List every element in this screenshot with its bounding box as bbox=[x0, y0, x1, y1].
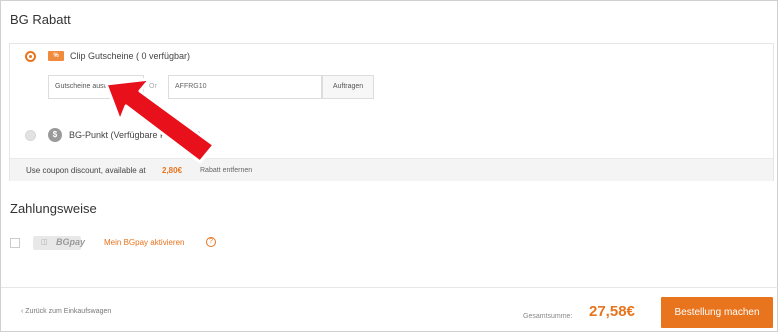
coupon-option-label: Clip Gutscheine ( 0 verfügbar) bbox=[70, 51, 191, 61]
bgpunkt-label: BG-Punkt (Verfügbare Punkte: 0) bbox=[69, 130, 202, 140]
coupon-icon: % bbox=[48, 51, 64, 61]
bgpay-logo-text: BGpay bbox=[56, 237, 86, 247]
coupon-select-value: Gutscheine auswä... bbox=[55, 83, 119, 90]
discount-text: Use coupon discount, available at bbox=[26, 166, 146, 175]
bg-rabatt-title: BG Rabatt bbox=[10, 12, 71, 27]
footer-divider bbox=[1, 287, 778, 288]
apply-coupon-button[interactable]: Auftragen bbox=[322, 75, 374, 99]
remove-discount-link[interactable]: Rabatt entfernen bbox=[200, 167, 252, 174]
coupon-radio[interactable] bbox=[25, 51, 36, 62]
chevron-down-icon: ▼ bbox=[130, 83, 137, 90]
rabatt-box: % Clip Gutscheine ( 0 verfügbar) Gutsche… bbox=[9, 43, 774, 181]
help-icon[interactable]: ? bbox=[206, 237, 216, 247]
discount-amount: 2,80€ bbox=[162, 166, 183, 175]
total-label: Gesamtsumme: bbox=[523, 313, 573, 320]
or-label: Or bbox=[149, 83, 157, 90]
total-value: 27,58€ bbox=[589, 303, 635, 320]
discount-bar: Use coupon discount, available at 2,80€ … bbox=[10, 158, 773, 181]
checkout-panel: BG Rabatt % Clip Gutscheine ( 0 verfügba… bbox=[0, 0, 778, 332]
coin-icon: $ bbox=[48, 128, 62, 142]
back-to-cart-label: Zurück zum Einkaufswagen bbox=[25, 308, 112, 315]
coupon-code-input[interactable]: AFFRG10 bbox=[168, 75, 322, 99]
place-order-button[interactable]: Bestellung machen bbox=[661, 297, 773, 328]
payment-title: Zahlungsweise bbox=[10, 201, 97, 216]
bgpunkt-radio[interactable] bbox=[25, 130, 36, 141]
bgpay-checkbox[interactable] bbox=[10, 238, 20, 248]
back-to-cart-link[interactable]: ‹ Zurück zum Einkaufswagen bbox=[21, 308, 111, 315]
coupon-select[interactable]: Gutscheine auswä... ▼ bbox=[48, 75, 144, 99]
activate-bgpay-link[interactable]: Mein BGpay aktivieren bbox=[104, 238, 184, 247]
